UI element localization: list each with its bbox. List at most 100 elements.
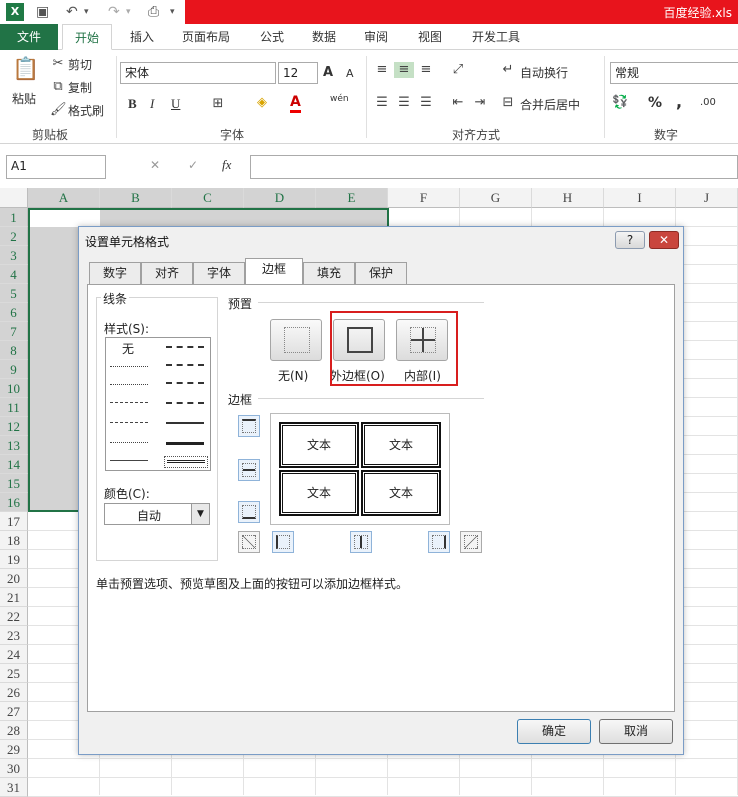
tab-data[interactable]: 数据 xyxy=(304,24,344,50)
row-header-22[interactable]: 22 xyxy=(0,607,28,626)
bold-button[interactable]: B xyxy=(128,96,137,112)
borders-icon[interactable]: ⊞ xyxy=(210,96,226,112)
row-header-24[interactable]: 24 xyxy=(0,645,28,664)
row-header-20[interactable]: 20 xyxy=(0,569,28,588)
undo-dropdown-icon[interactable]: ▾ xyxy=(84,3,89,21)
column-header-a[interactable]: A xyxy=(28,188,100,208)
wrap-text-icon[interactable]: ↵ xyxy=(500,62,516,78)
border-preview[interactable]: 文本 文本 文本 文本 xyxy=(270,413,450,525)
row-header-17[interactable]: 17 xyxy=(0,512,28,531)
shrink-font-button[interactable]: A xyxy=(346,67,354,80)
increase-indent-icon[interactable]: ⇥ xyxy=(472,95,488,111)
cancel-entry-button[interactable]: ✕ xyxy=(150,158,160,172)
row-header-7[interactable]: 7 xyxy=(0,322,28,341)
row-header-26[interactable]: 26 xyxy=(0,683,28,702)
row-header-21[interactable]: 21 xyxy=(0,588,28,607)
copy-button[interactable]: 复制 xyxy=(68,79,92,96)
row-header-15[interactable]: 15 xyxy=(0,474,28,493)
line-style-option[interactable] xyxy=(166,422,204,424)
redo-dropdown-icon[interactable]: ▾ xyxy=(126,3,131,21)
row-header-12[interactable]: 12 xyxy=(0,417,28,436)
grow-font-button[interactable]: A xyxy=(323,65,333,80)
wrap-text-button[interactable]: 自动换行 xyxy=(520,64,568,81)
undo-icon[interactable]: ↶ xyxy=(66,3,78,21)
insert-function-button[interactable]: fx xyxy=(222,157,231,173)
line-style-option[interactable] xyxy=(166,364,204,366)
cancel-button[interactable]: 取消 xyxy=(599,719,673,744)
row-header-27[interactable]: 27 xyxy=(0,702,28,721)
line-style-selected[interactable] xyxy=(164,456,208,468)
italic-button[interactable]: I xyxy=(150,96,154,112)
help-button[interactable]: ? xyxy=(615,231,645,249)
border-left-button[interactable] xyxy=(272,531,294,553)
align-left-icon[interactable]: ☰ xyxy=(374,95,390,111)
row-header-29[interactable]: 29 xyxy=(0,740,28,759)
line-style-option[interactable] xyxy=(110,384,148,385)
tab-alignment[interactable]: 对齐 xyxy=(141,262,193,284)
row-header-6[interactable]: 6 xyxy=(0,303,28,322)
cut-icon[interactable]: ✂ xyxy=(50,56,66,72)
color-select[interactable]: 自动 ▼ xyxy=(104,503,210,525)
line-style-option[interactable] xyxy=(110,460,148,461)
row-header-4[interactable]: 4 xyxy=(0,265,28,284)
copy-icon[interactable]: ⧉ xyxy=(50,79,66,95)
row-header-1[interactable]: 1 xyxy=(0,208,28,227)
column-header-f[interactable]: F xyxy=(388,188,460,208)
line-style-option[interactable] xyxy=(166,346,204,348)
close-dialog-button[interactable]: ✕ xyxy=(649,231,679,249)
top-align-icon[interactable]: ≡ xyxy=(374,62,390,78)
row-header-28[interactable]: 28 xyxy=(0,721,28,740)
number-format-select[interactable]: 常规 xyxy=(610,62,738,84)
line-style-option[interactable] xyxy=(110,366,148,367)
tab-font[interactable]: 字体 xyxy=(193,262,245,284)
row-header-10[interactable]: 10 xyxy=(0,379,28,398)
tab-insert[interactable]: 插入 xyxy=(122,24,162,50)
accounting-format-icon[interactable]: 💱 xyxy=(612,95,628,111)
font-size-select[interactable]: 12 xyxy=(278,62,318,84)
percent-style-button[interactable]: % xyxy=(648,95,662,111)
print-preview-icon[interactable]: ⎙ xyxy=(148,3,159,21)
tab-protection[interactable]: 保护 xyxy=(355,262,407,284)
line-style-option[interactable] xyxy=(110,422,148,423)
tab-home[interactable]: 开始 xyxy=(62,24,112,50)
border-bottom-button[interactable] xyxy=(238,501,260,523)
middle-align-icon[interactable]: ≡ xyxy=(394,62,414,78)
border-vertical-button[interactable] xyxy=(350,531,372,553)
line-style-none[interactable]: 无 xyxy=(122,340,134,357)
format-painter-button[interactable]: 格式刷 xyxy=(68,102,104,119)
line-style-option[interactable] xyxy=(110,442,148,443)
align-right-icon[interactable]: ☰ xyxy=(418,95,434,111)
row-header-13[interactable]: 13 xyxy=(0,436,28,455)
formula-input[interactable] xyxy=(250,155,738,179)
row-header-31[interactable]: 31 xyxy=(0,778,28,797)
column-header-c[interactable]: C xyxy=(172,188,244,208)
border-diagonal-down-button[interactable] xyxy=(460,531,482,553)
line-style-option[interactable] xyxy=(110,402,148,403)
border-right-button[interactable] xyxy=(428,531,450,553)
row-header-5[interactable]: 5 xyxy=(0,284,28,303)
underline-button[interactable]: U xyxy=(171,96,180,112)
orientation-icon[interactable]: ⤢ xyxy=(450,62,466,78)
increase-decimal-button[interactable]: .00 xyxy=(700,97,716,108)
row-header-30[interactable]: 30 xyxy=(0,759,28,778)
tab-review[interactable]: 审阅 xyxy=(356,24,396,50)
merge-center-icon[interactable]: ⊟ xyxy=(500,95,516,111)
row-header-25[interactable]: 25 xyxy=(0,664,28,683)
customize-toolbar-icon[interactable]: ▾ xyxy=(170,3,175,21)
tab-formulas[interactable]: 公式 xyxy=(252,24,292,50)
bottom-align-icon[interactable]: ≡ xyxy=(418,62,434,78)
save-icon[interactable]: ▣ xyxy=(36,3,49,21)
name-box[interactable]: A1 xyxy=(6,155,106,179)
line-style-option[interactable] xyxy=(166,402,204,404)
column-header-e[interactable]: E xyxy=(316,188,388,208)
row-header-2[interactable]: 2 xyxy=(0,227,28,246)
border-diagonal-up-button[interactable] xyxy=(238,531,260,553)
row-header-19[interactable]: 19 xyxy=(0,550,28,569)
tab-view[interactable]: 视图 xyxy=(410,24,450,50)
tab-fill[interactable]: 填充 xyxy=(303,262,355,284)
phonetic-button[interactable]: wén xyxy=(330,94,349,104)
chevron-down-icon[interactable]: ▼ xyxy=(191,504,209,524)
format-painter-icon[interactable]: 🖌 xyxy=(50,102,67,118)
tab-number[interactable]: 数字 xyxy=(89,262,141,284)
row-header-11[interactable]: 11 xyxy=(0,398,28,417)
